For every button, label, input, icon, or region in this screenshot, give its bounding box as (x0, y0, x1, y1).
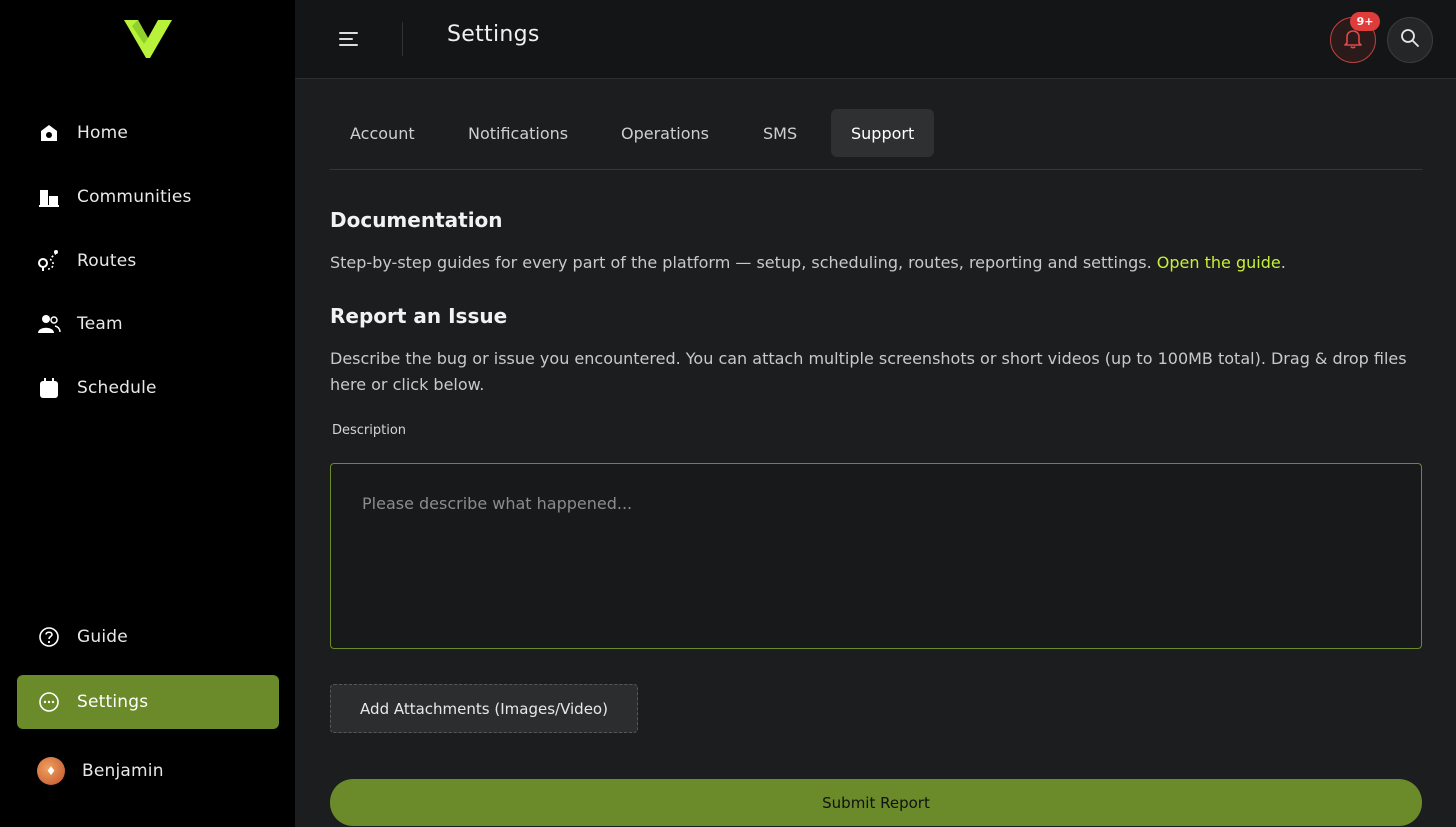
tabs-divider (330, 169, 1422, 170)
sidebar: Home Communities Routes Team Schedule Gu… (0, 0, 295, 827)
submit-report-button[interactable]: Submit Report (330, 779, 1422, 826)
report-description: Describe the bug or issue you encountere… (330, 349, 1407, 394)
sidebar-item-settings[interactable]: Settings (17, 675, 279, 729)
documentation-heading: Documentation (330, 208, 503, 232)
sidebar-item-label: Routes (77, 251, 137, 271)
hamburger-icon (337, 32, 361, 55)
documentation-description: Step-by-step guides for every part of th… (330, 253, 1157, 272)
documentation-period: . (1280, 253, 1286, 272)
report-heading: Report an Issue (330, 304, 508, 328)
calendar-icon (37, 376, 61, 400)
sidebar-item-home[interactable]: Home (17, 106, 279, 160)
tab-account[interactable]: Account (330, 109, 435, 157)
notification-badge: 9+ (1350, 12, 1380, 31)
topbar: Settings 9+ (295, 0, 1456, 79)
add-attachments-button[interactable]: Add Attachments (Images/Video) (330, 684, 638, 733)
sidebar-item-label: Communities (77, 187, 192, 207)
settings-icon (37, 690, 61, 714)
description-label: Description (332, 423, 407, 438)
buildings-icon (37, 185, 61, 209)
help-circle-icon (37, 625, 61, 649)
documentation-text: Step-by-step guides for every part of th… (330, 250, 1422, 276)
page-title: Settings (447, 22, 540, 47)
sidebar-item-communities[interactable]: Communities (17, 170, 279, 224)
sidebar-item-team[interactable]: Team (17, 297, 279, 351)
description-textarea[interactable] (330, 463, 1422, 649)
logo-icon[interactable] (124, 18, 172, 60)
sidebar-item-label: Schedule (77, 378, 157, 398)
sidebar-item-label: Settings (77, 692, 149, 712)
sidebar-item-label: Home (77, 123, 129, 143)
search-icon (1399, 27, 1421, 53)
avatar: ♦ (37, 757, 65, 785)
sidebar-item-routes[interactable]: Routes (17, 234, 279, 288)
tab-notifications[interactable]: Notifications (448, 109, 588, 157)
search-button[interactable] (1387, 17, 1433, 63)
sidebar-item-label: Team (77, 314, 123, 334)
tab-support[interactable]: Support (831, 109, 935, 157)
sidebar-item-guide[interactable]: Guide (17, 610, 279, 664)
team-icon (37, 312, 61, 336)
user-profile[interactable]: ♦ Benjamin (17, 744, 279, 798)
home-icon (37, 121, 61, 145)
tab-operations[interactable]: Operations (601, 109, 729, 157)
tab-sms[interactable]: SMS (743, 109, 817, 157)
open-guide-link[interactable]: Open the guide (1157, 253, 1281, 272)
divider (402, 22, 403, 56)
sidebar-item-schedule[interactable]: Schedule (17, 361, 279, 415)
sidebar-item-label: Guide (77, 627, 128, 647)
user-name: Benjamin (82, 761, 164, 781)
menu-toggle-button[interactable] (337, 27, 361, 51)
route-icon (37, 249, 61, 273)
